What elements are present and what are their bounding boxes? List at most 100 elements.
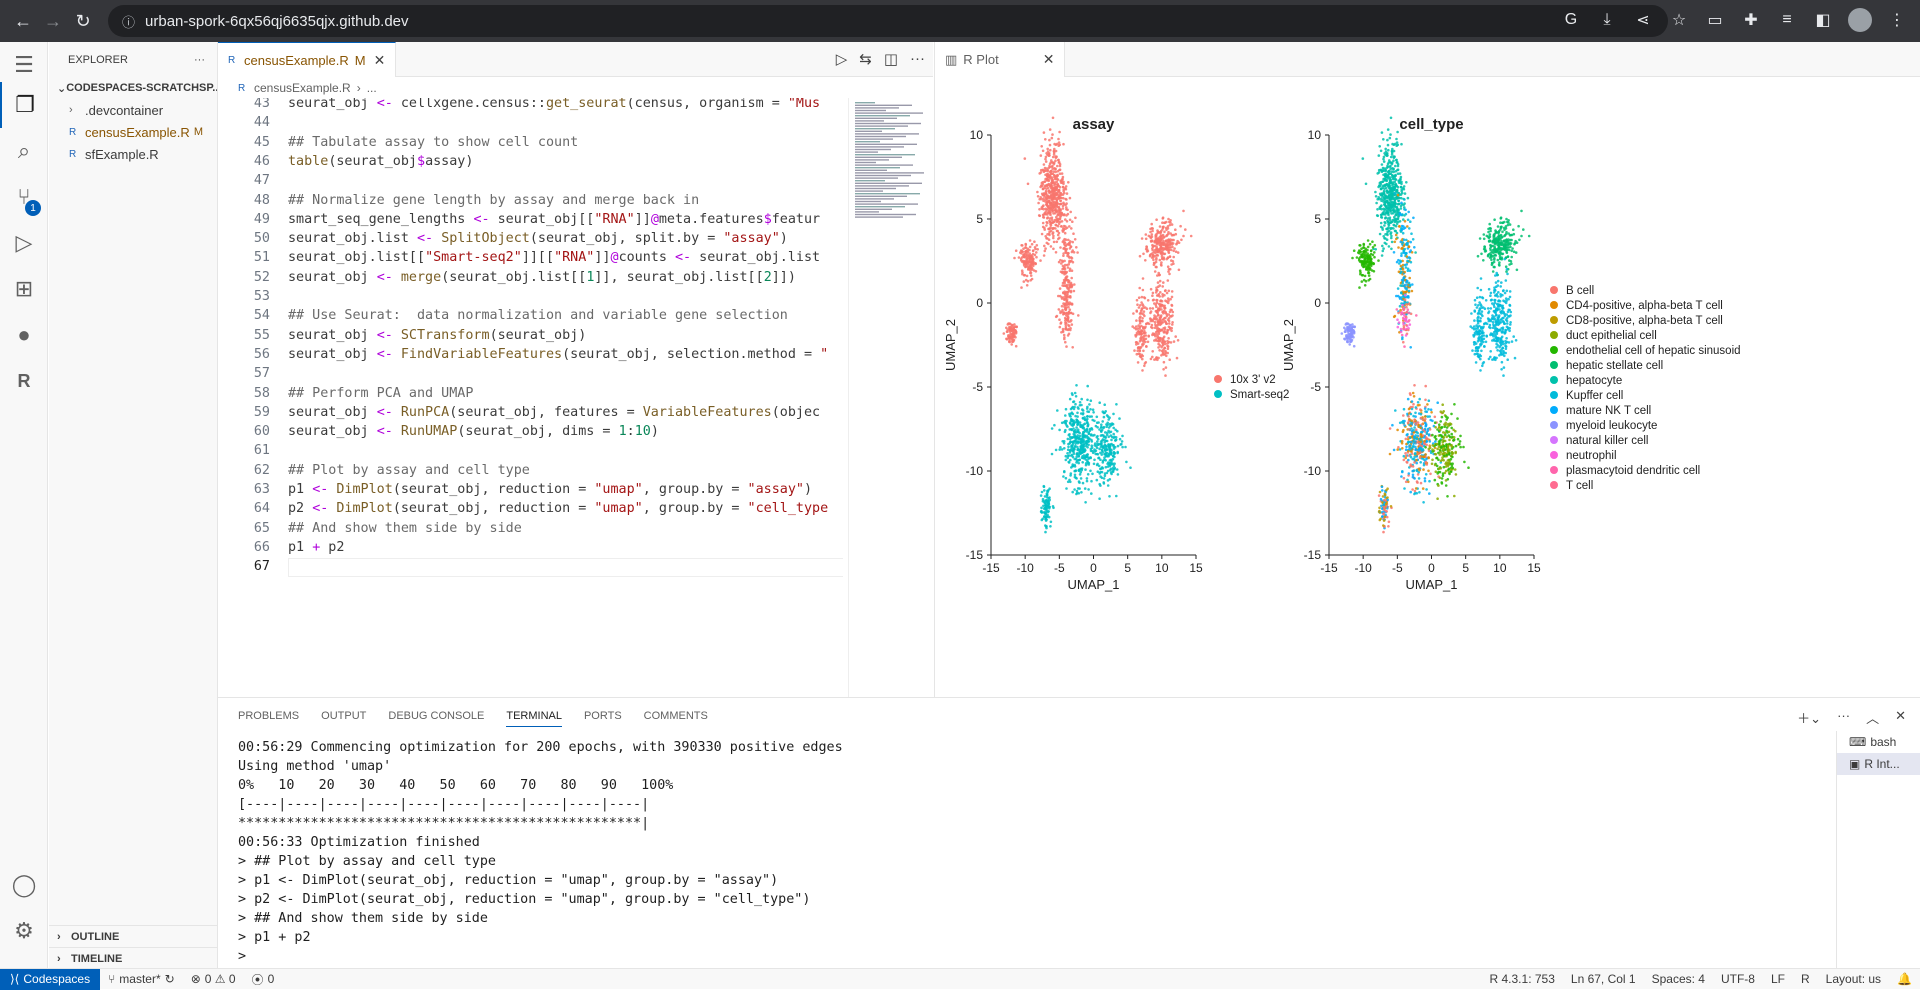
data-point — [1473, 341, 1476, 344]
forward-icon[interactable]: → — [38, 6, 68, 36]
data-point — [1070, 277, 1073, 280]
data-point — [1065, 314, 1068, 317]
tree-item-sfexample[interactable]: RsfExample.R — [49, 143, 217, 165]
r-extension-icon[interactable]: R — [0, 358, 48, 404]
data-point — [1475, 361, 1478, 364]
run-debug-icon[interactable]: ▷ — [0, 220, 48, 266]
media-icon[interactable]: ≡ — [1776, 11, 1798, 29]
data-point — [1492, 270, 1495, 273]
data-point — [1080, 491, 1083, 494]
data-point — [1399, 181, 1402, 184]
data-point — [1496, 250, 1499, 253]
code-line: ## Plot by assay and cell type — [288, 463, 530, 478]
breadcrumb-file[interactable]: censusExample.R — [254, 81, 351, 95]
explorer-icon[interactable]: ❐ — [0, 82, 48, 128]
x-tick-label: 15 — [1189, 561, 1203, 575]
github-icon[interactable]: ● — [0, 312, 48, 358]
install-icon[interactable]: ⤓ — [1596, 11, 1618, 29]
reload-icon[interactable]: ↻ — [68, 6, 98, 36]
close-icon[interactable]: ✕ — [1043, 51, 1055, 68]
more-actions-icon[interactable]: ··· — [194, 54, 205, 66]
run-icon[interactable]: ▷ — [836, 50, 848, 68]
data-point — [1451, 462, 1454, 465]
data-point — [1441, 403, 1444, 406]
bookmark-star-icon[interactable]: ☆ — [1668, 10, 1690, 30]
data-point — [1154, 335, 1157, 338]
data-point — [1161, 221, 1164, 224]
data-point — [1056, 174, 1059, 177]
data-point — [1056, 192, 1059, 195]
data-point — [1479, 237, 1482, 240]
timeline-section[interactable]: ›TIMELINE — [49, 947, 218, 969]
accounts-icon[interactable]: ◯ — [0, 862, 48, 908]
data-point — [1477, 320, 1480, 323]
data-point — [1397, 165, 1400, 168]
data-point — [1050, 184, 1053, 187]
tree-item-devcontainer[interactable]: ›.devcontainer — [49, 99, 217, 121]
tree-item-censusexample[interactable]: RcensusExample.RM — [49, 121, 217, 143]
data-point — [1159, 280, 1162, 283]
tab-r-plot[interactable]: ▥ R Plot ✕ — [935, 42, 1065, 77]
data-point — [1378, 494, 1381, 497]
data-point — [1395, 144, 1398, 147]
close-icon[interactable]: ✕ — [374, 52, 386, 69]
x-axis-label: UMAP_1 — [1067, 577, 1119, 592]
minimap-line — [855, 136, 906, 137]
data-point — [1448, 434, 1451, 437]
data-point — [1161, 295, 1164, 298]
data-point — [1062, 254, 1065, 257]
data-point — [1156, 318, 1159, 321]
settings-gear-icon[interactable]: ⚙ — [0, 908, 48, 954]
data-point — [1151, 252, 1154, 255]
extensions-icon[interactable]: ⊞ — [0, 266, 48, 312]
data-point — [1414, 448, 1417, 451]
data-point — [1044, 250, 1047, 253]
split-editor-icon[interactable]: ◫ — [884, 50, 898, 68]
data-point — [1492, 234, 1495, 237]
search-icon[interactable]: ⌕ — [0, 128, 48, 174]
extensions-puzzle-icon[interactable]: ✚ — [1740, 10, 1762, 30]
site-info-icon[interactable]: ⓘ — [122, 12, 135, 31]
data-point — [1516, 241, 1519, 244]
back-icon[interactable]: ← — [8, 6, 38, 36]
outline-section[interactable]: ›OUTLINE — [49, 925, 218, 947]
data-point — [1395, 238, 1398, 241]
data-point — [1048, 231, 1051, 234]
side-panel-icon[interactable]: ◧ — [1812, 10, 1834, 30]
share-icon[interactable]: ⋖ — [1632, 10, 1654, 30]
google-icon[interactable]: G — [1560, 11, 1582, 29]
data-point — [1115, 495, 1118, 498]
data-point — [1045, 506, 1048, 509]
data-point — [1054, 181, 1057, 184]
minimap[interactable] — [848, 98, 933, 698]
code-area[interactable]: 43seurat_obj <- cellxgene.census::get_se… — [218, 98, 843, 698]
data-point — [1115, 403, 1118, 406]
source-control-icon[interactable]: ⑂1 — [0, 174, 48, 220]
data-point — [1385, 174, 1388, 177]
browser-menu-icon[interactable]: ⋮ — [1886, 10, 1908, 30]
compare-icon[interactable]: ⇆ — [859, 50, 872, 68]
data-point — [1071, 444, 1074, 447]
breadcrumb-more[interactable]: ... — [367, 81, 377, 95]
data-point — [1012, 330, 1015, 333]
address-bar[interactable]: ⓘ urban-spork-6qx56qj6635qjx.github.dev — [108, 5, 1668, 37]
data-point — [1065, 245, 1068, 248]
data-point — [1446, 495, 1449, 498]
data-point — [1079, 404, 1082, 407]
profile-avatar[interactable] — [1848, 8, 1872, 32]
data-point — [1045, 519, 1048, 522]
x-tick-label: 0 — [1428, 561, 1435, 575]
data-point — [1049, 525, 1052, 528]
more-actions-icon[interactable]: ··· — [910, 50, 925, 68]
data-point — [1482, 259, 1485, 262]
battery-icon[interactable]: ▭ — [1704, 10, 1726, 30]
tab-censusexample[interactable]: R censusExample.R M ✕ — [218, 42, 396, 77]
data-point — [1408, 245, 1411, 248]
legend-key — [1214, 375, 1222, 383]
data-point — [1453, 495, 1456, 498]
data-point — [1072, 406, 1075, 409]
data-point — [1490, 259, 1493, 262]
workspace-root[interactable]: ⌄CODESPACES-SCRATCHSP... — [49, 77, 217, 99]
data-point — [1415, 487, 1418, 490]
data-point — [1516, 269, 1519, 272]
